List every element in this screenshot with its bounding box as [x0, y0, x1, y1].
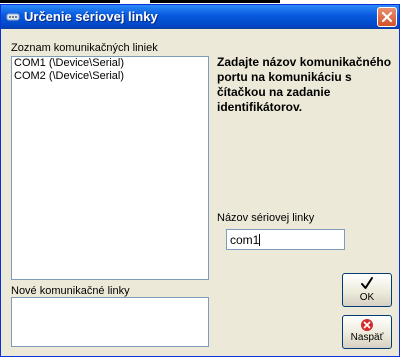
serial-line-dialog: Určenie sériovej linky Zoznam komunikačn… [0, 4, 400, 357]
serial-line-name-label: Názov sériovej linky [217, 212, 315, 224]
list-item[interactable]: COM1 (\Device\Serial) [12, 57, 208, 70]
background-line [0, 0, 120, 3]
serial-line-name-input[interactable]: com1 [226, 229, 345, 250]
cancel-icon [361, 319, 373, 331]
instruction-text: Zadajte názov komunikačného portu na kom… [217, 55, 392, 114]
text-caret [259, 234, 261, 246]
background-line [150, 0, 280, 3]
serial-port-icon [6, 10, 20, 24]
back-button[interactable]: Naspäť [342, 315, 392, 349]
available-lines-list[interactable]: COM1 (\Device\Serial) COM2 (\Device\Seri… [11, 56, 209, 280]
checkmark-icon [361, 277, 373, 289]
ok-button[interactable]: OK [342, 273, 392, 307]
available-lines-label: Zoznam komunikačných liniek [11, 42, 158, 54]
serial-line-name-value: com1 [230, 233, 260, 247]
list-item[interactable]: COM2 (\Device\Serial) [12, 70, 208, 83]
title-bar[interactable]: Určenie sériovej linky [1, 5, 399, 29]
back-label: Naspäť [350, 332, 384, 343]
close-button[interactable] [377, 7, 397, 27]
ok-label: OK [359, 292, 375, 303]
window-title: Určenie sériovej linky [24, 9, 158, 24]
close-icon [381, 11, 393, 23]
new-lines-list[interactable] [11, 297, 209, 347]
